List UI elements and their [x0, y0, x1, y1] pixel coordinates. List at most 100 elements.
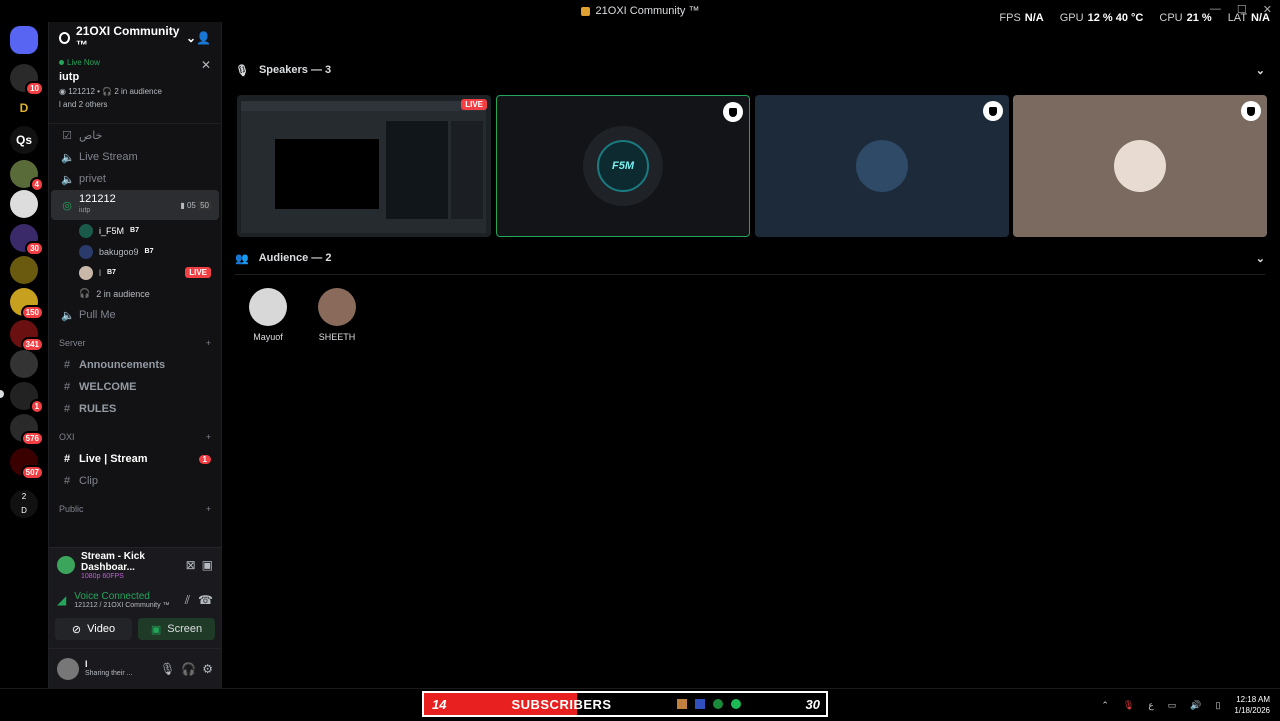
video-button[interactable]: ⊘ Video: [55, 618, 132, 640]
moderator-shield-icon: [723, 102, 743, 122]
channel-label: Pull Me: [79, 309, 116, 321]
server-boost-icon: [59, 32, 71, 44]
channel-item[interactable]: 🔈 Pull Me: [51, 304, 219, 326]
chrome-icon: [57, 556, 75, 574]
hash-icon: #: [63, 475, 71, 487]
channel-item[interactable]: 🔈 privet: [51, 168, 219, 190]
server-icon[interactable]: 4: [10, 160, 44, 192]
audience-line[interactable]: 🎧 2 in audience: [49, 283, 221, 304]
user-limit: 50: [198, 200, 211, 210]
channel-item[interactable]: 🔈 Live Stream: [51, 146, 219, 168]
folder-text: D: [21, 506, 27, 515]
audience-icon: 👥: [235, 252, 249, 265]
screen-button[interactable]: ▣ Screen: [138, 618, 215, 640]
chevron-down-icon[interactable]: ⌄: [1256, 64, 1265, 77]
microphone-icon[interactable]: 🎙: [160, 662, 175, 676]
chevron-down-icon[interactable]: ⌄: [1256, 252, 1265, 265]
speakers-header[interactable]: 🎙 Speakers — 3 ⌄: [235, 60, 1265, 80]
add-member-icon[interactable]: 👤: [196, 31, 211, 45]
audience-header[interactable]: 👥 Audience — 2 ⌄: [235, 248, 1265, 268]
channel-item[interactable]: # WELCOME: [51, 376, 219, 398]
taskbar-app-icon[interactable]: [694, 699, 705, 709]
volume-icon[interactable]: 🔊: [1190, 700, 1201, 711]
server-icon[interactable]: 10: [10, 64, 44, 96]
live-meta: ◉ 121212 • 🎧 2 in audience: [59, 87, 162, 96]
channel-item[interactable]: # RULES: [51, 398, 219, 420]
category-header[interactable]: Public +: [49, 498, 221, 520]
channel-item[interactable]: ☑ خاص: [51, 124, 219, 146]
mention-badge: 1: [29, 399, 44, 414]
channel-label: Announcements: [79, 359, 166, 371]
server-folder-icon[interactable]: 2D: [10, 490, 38, 518]
add-channel-icon[interactable]: +: [206, 338, 211, 348]
settings-icon[interactable]: ⚙: [202, 662, 213, 676]
server-icon[interactable]: [10, 350, 38, 378]
network-icon[interactable]: ▭: [1168, 700, 1177, 711]
speaker-tile[interactable]: [755, 95, 1009, 237]
channel-item[interactable]: # Announcements: [51, 354, 219, 376]
server-icon[interactable]: 507: [10, 448, 44, 480]
member-name: SHEETH: [318, 332, 356, 342]
speaker-tile[interactable]: F5M: [496, 95, 750, 237]
divider: [235, 274, 1265, 275]
subscriber-current: 14: [432, 696, 447, 712]
add-channel-icon[interactable]: +: [206, 504, 211, 514]
xbox-icon[interactable]: [712, 699, 723, 709]
voice-participant[interactable]: l B7 LIVE: [49, 262, 221, 283]
user-status: Sharing their ...: [85, 669, 133, 677]
server-header[interactable]: 21OXI Community ™ ⌄ 👤: [49, 22, 221, 54]
live-title: iutp: [59, 71, 80, 83]
battery-icon[interactable]: ▯: [1215, 700, 1220, 711]
add-channel-icon[interactable]: +: [206, 432, 211, 442]
voice-participant[interactable]: bakugoo9 B7: [49, 241, 221, 262]
audience-member[interactable]: Mayuof: [238, 288, 298, 342]
live-badge: LIVE: [461, 99, 487, 110]
language-indicator[interactable]: ع: [1148, 700, 1153, 711]
disconnect-icon[interactable]: ☎: [198, 593, 213, 607]
live-badge: LIVE: [185, 267, 211, 278]
hash-icon: #: [63, 359, 71, 371]
headphones-icon[interactable]: 🎧: [181, 662, 196, 676]
server-icon[interactable]: 150: [10, 288, 44, 320]
popout-icon[interactable]: ▣: [202, 558, 213, 572]
server-icon[interactable]: 341: [10, 320, 44, 352]
spotify-icon[interactable]: [730, 699, 741, 709]
avatar: F5M: [597, 140, 649, 192]
category-header[interactable]: Server +: [49, 332, 221, 354]
voice-channel[interactable]: 121212 / 21OXI Community ™: [74, 602, 176, 609]
speaker-icon: 🔈: [61, 309, 75, 322]
server-icon[interactable]: [10, 190, 38, 218]
microphone-icon[interactable]: 🎙: [1123, 700, 1134, 711]
chevron-up-icon[interactable]: ⌃: [1101, 700, 1109, 711]
stream-tile[interactable]: LIVE: [237, 95, 491, 237]
server-icon[interactable]: Qs: [10, 126, 38, 154]
live-others: l and 2 others: [59, 100, 108, 109]
participant-name: bakugoo9: [99, 246, 139, 257]
server-rail: 10 D Qs 4 30 150 341 1 576 507 2D: [0, 22, 48, 688]
server-icon[interactable]: 1: [10, 382, 44, 414]
active-voice-channel[interactable]: ◎ 121212 iutp ▮ 05 50: [51, 190, 219, 220]
clock[interactable]: 12:18 AM 1/18/2026: [1234, 694, 1270, 716]
voice-participant[interactable]: i_F5M B7: [49, 220, 221, 241]
speaker-tile[interactable]: [1013, 95, 1267, 237]
member-name: Mayuof: [253, 332, 283, 342]
voice-status[interactable]: Voice Connected: [74, 591, 176, 602]
live-now-card[interactable]: Live Now iutp ◉ 121212 • 🎧 2 in audience…: [49, 54, 221, 124]
user-panel: l Sharing their ... 🎙 🎧 ⚙: [49, 648, 221, 688]
audience-member[interactable]: SHEETH: [307, 288, 367, 342]
server-icon[interactable]: [10, 256, 38, 284]
taskbar-app-icon[interactable]: [676, 699, 687, 709]
avatar[interactable]: [57, 657, 79, 680]
stop-stream-icon[interactable]: ⊠: [186, 558, 196, 572]
channel-item[interactable]: # Clip: [51, 470, 219, 492]
close-icon[interactable]: ✕: [201, 58, 211, 72]
noise-suppression-icon[interactable]: ⫽: [185, 593, 190, 608]
discord-home-icon[interactable]: [10, 26, 38, 54]
server-icon[interactable]: 30: [10, 224, 44, 256]
server-icon[interactable]: 576: [10, 414, 44, 446]
participant-name: l: [99, 267, 101, 278]
mention-badge: 576: [20, 431, 44, 446]
server-icon[interactable]: D: [10, 94, 38, 122]
channel-item[interactable]: # Live | Stream 1: [51, 448, 219, 470]
category-header[interactable]: OXI +: [49, 426, 221, 448]
